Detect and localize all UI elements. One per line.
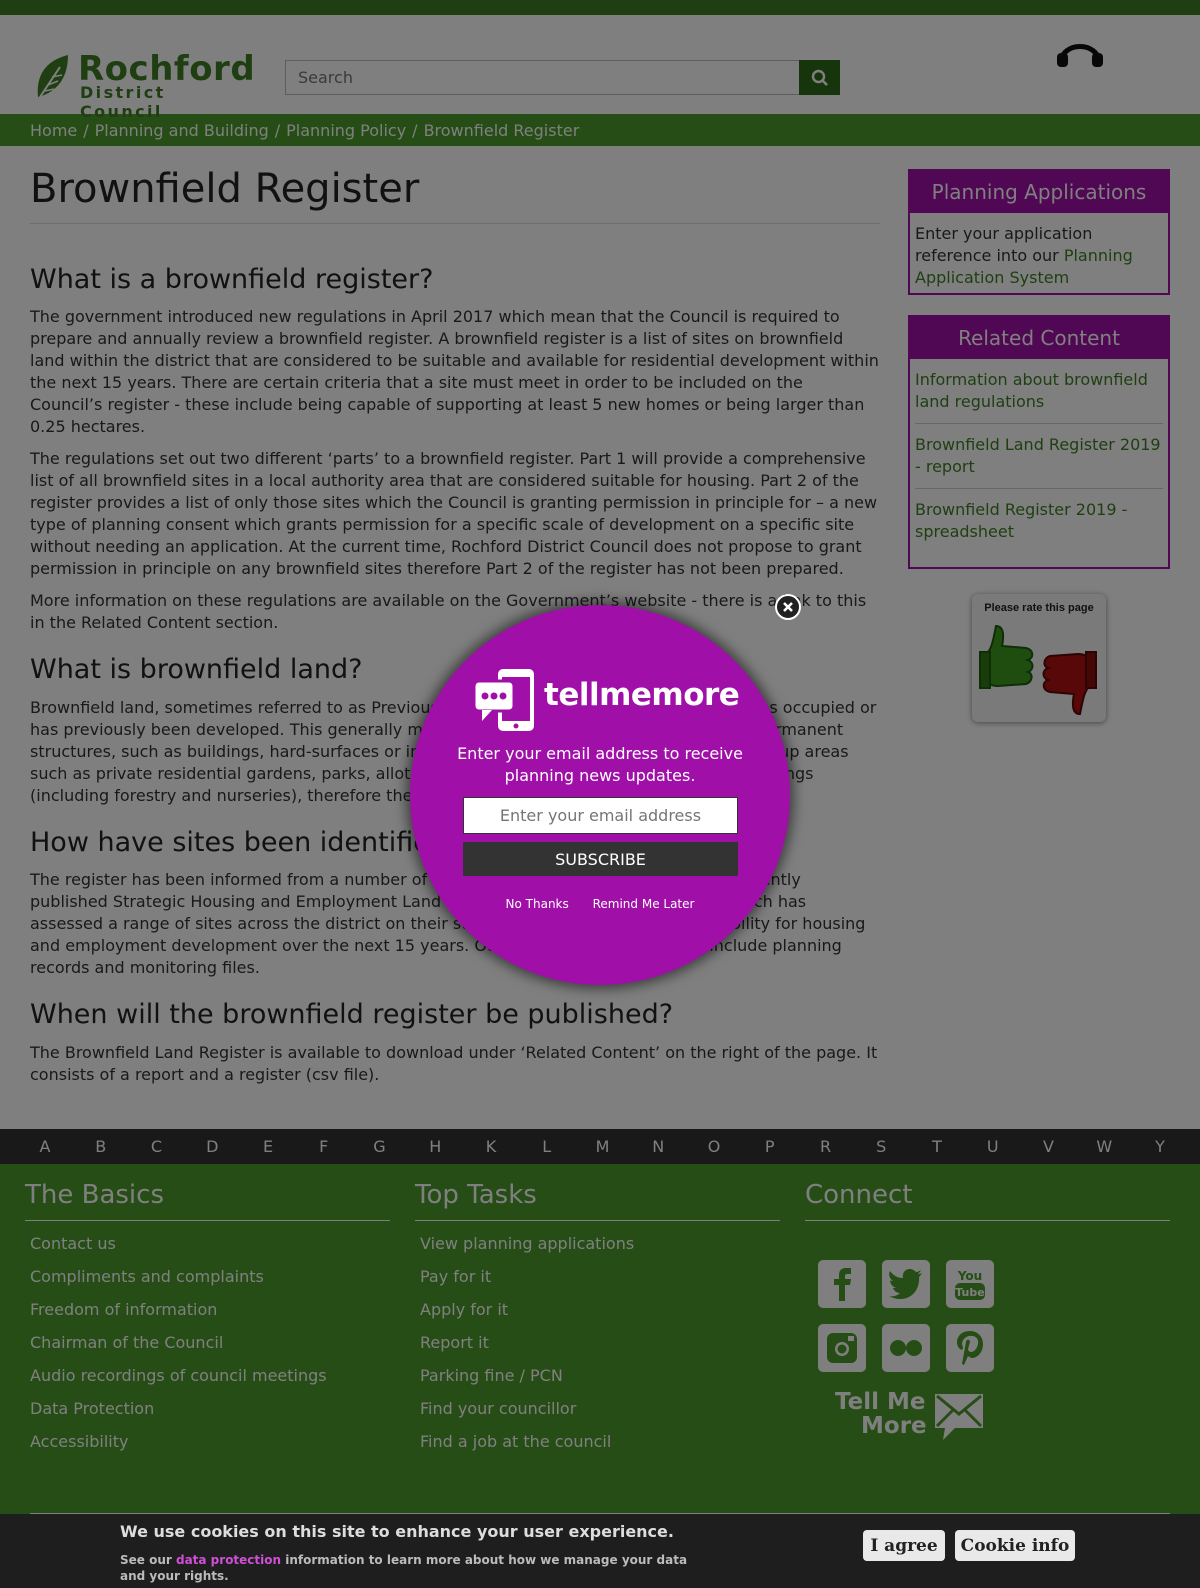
- phone-chat-icon: [472, 669, 534, 731]
- cookie-banner: We use cookies on this site to enhance y…: [0, 1514, 1200, 1588]
- cookie-title: We use cookies on this site to enhance y…: [120, 1522, 674, 1541]
- cookie-info-button[interactable]: Cookie info: [955, 1530, 1075, 1561]
- subscribe-button[interactable]: SUBSCRIBE: [463, 842, 738, 876]
- remind-later-link[interactable]: Remind Me Later: [593, 897, 695, 911]
- popup-close-button[interactable]: [775, 594, 801, 620]
- close-icon: [783, 602, 793, 612]
- tellmemore-logo: tellmemore: [472, 667, 740, 735]
- cookie-agree-button[interactable]: I agree: [863, 1530, 945, 1561]
- data-protection-link[interactable]: data protection: [176, 1553, 281, 1567]
- popup-brand: tellmemore: [544, 677, 740, 713]
- cookie-text: See our data protection information to l…: [120, 1553, 688, 1583]
- newsletter-popup: tellmemore Enter your email address to r…: [410, 605, 790, 985]
- popup-message: Enter your email address to receive plan…: [457, 744, 743, 785]
- email-field[interactable]: [463, 797, 738, 834]
- no-thanks-link[interactable]: No Thanks: [506, 897, 569, 911]
